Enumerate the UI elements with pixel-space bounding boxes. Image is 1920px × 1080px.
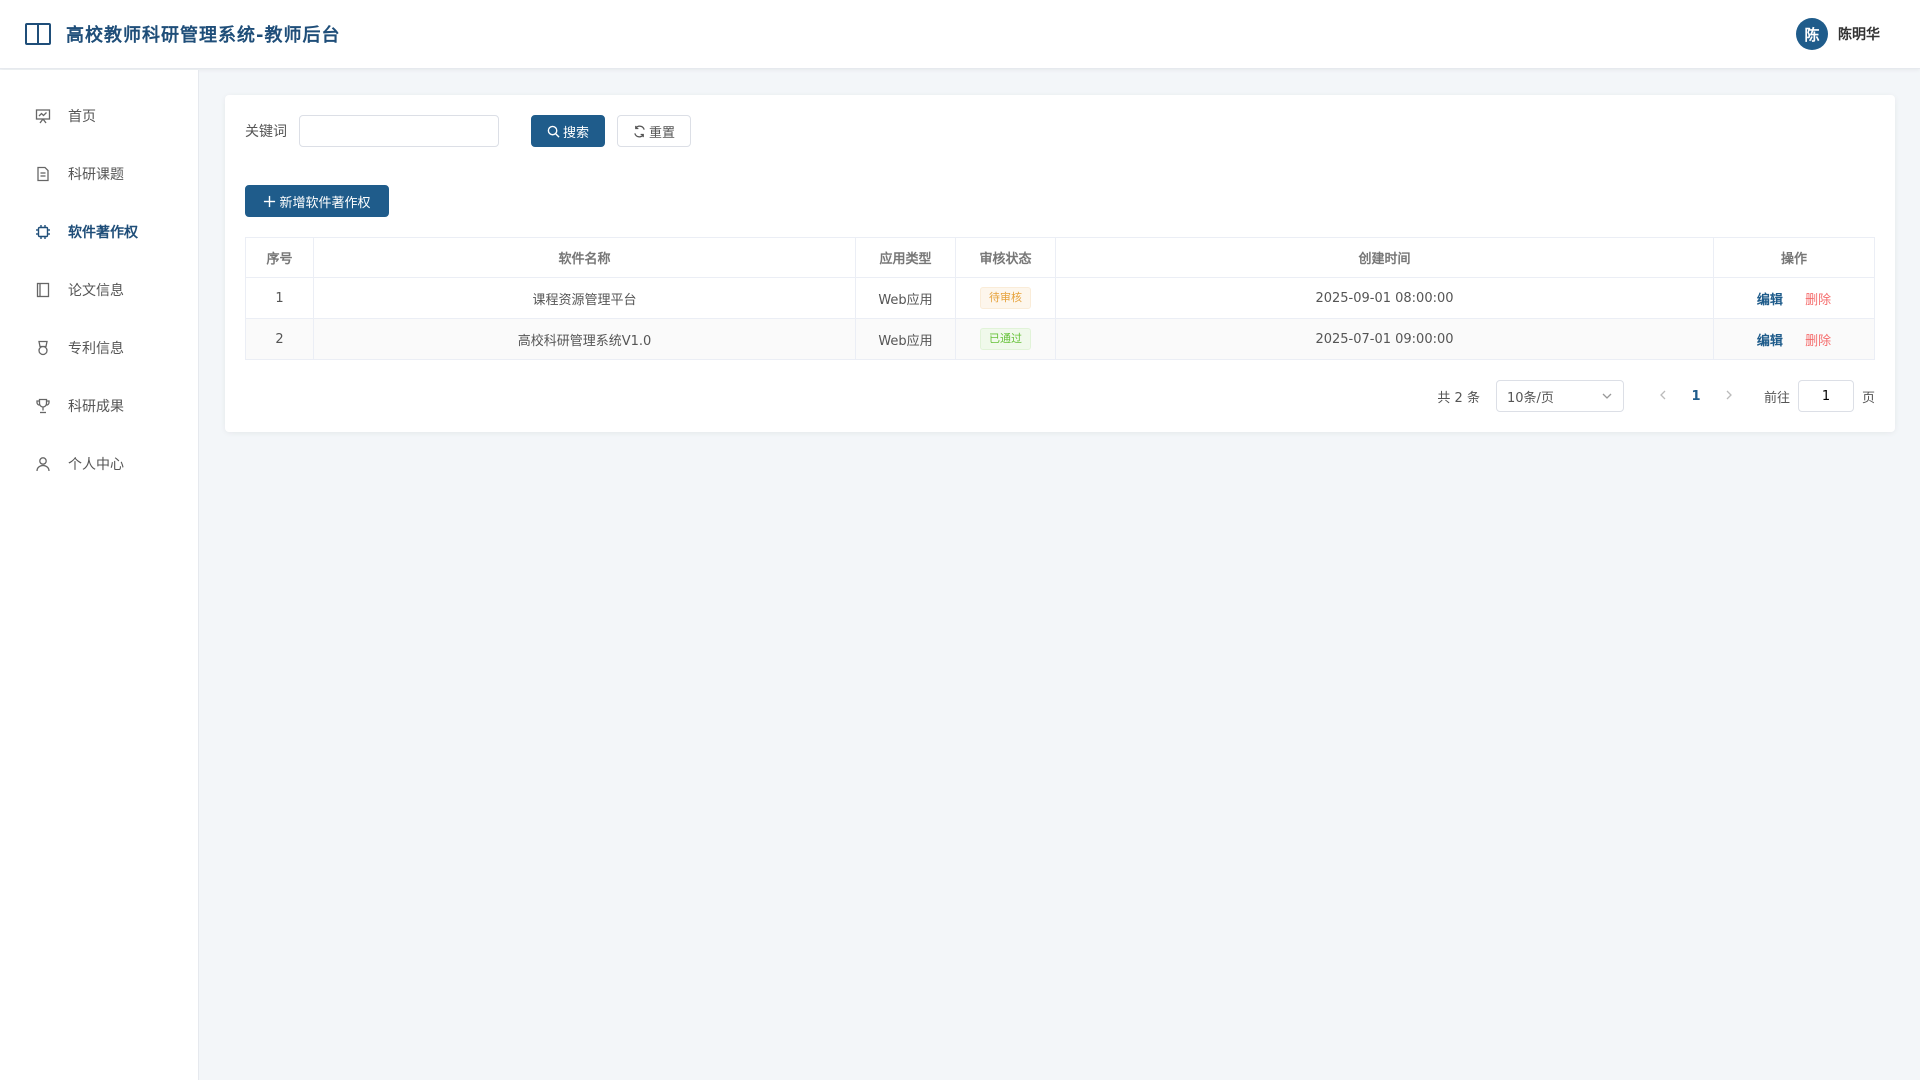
top-header: 高校教师科研管理系统-教师后台 陈 陈明华 <box>0 0 1920 69</box>
content-card: 关键词 搜索 重置 新增软件著作权 序号 软件名称 应用类型 审核状态 创建时间… <box>225 95 1895 432</box>
cell-name: 课程资源管理平台 <box>313 277 856 319</box>
table-header-row: 序号 软件名称 应用类型 审核状态 创建时间 操作 <box>245 237 1875 278</box>
column-header-actions: 操作 <box>1713 237 1875 278</box>
user-menu[interactable]: 陈 陈明华 <box>1796 18 1880 50</box>
avatar[interactable]: 陈 <box>1796 18 1828 50</box>
table-row: 1 课程资源管理平台 Web应用 待审核 2025-09-01 08:00:00… <box>245 277 1875 319</box>
page-unit-label: 页 <box>1861 390 1875 406</box>
page-number-current[interactable]: 1 <box>1678 389 1714 404</box>
sidebar-item-label: 个人中心 <box>68 457 124 473</box>
search-button-label: 搜索 <box>562 125 589 141</box>
reset-button[interactable]: 重置 <box>617 115 691 147</box>
add-software-copyright-button[interactable]: 新增软件著作权 <box>245 185 389 217</box>
page-size-select[interactable]: 10条/页 <box>1495 380 1624 412</box>
pagination-total: 共 2 条 <box>1437 390 1480 406</box>
sidebar-item-home[interactable]: 首页 <box>0 87 198 145</box>
search-icon <box>547 125 560 138</box>
chevron-left-icon <box>1660 390 1666 399</box>
sidebar-item-label: 软件著作权 <box>68 225 138 241</box>
sidebar-item-profile[interactable]: 个人中心 <box>0 435 198 493</box>
goto-page-input[interactable] <box>1797 380 1854 412</box>
cell-created: 2025-07-01 09:00:00 <box>1055 318 1714 360</box>
presentation-icon <box>34 107 52 125</box>
cell-index: 1 <box>245 277 314 319</box>
status-badge: 待审核 <box>980 287 1031 309</box>
book-icon <box>25 23 51 45</box>
software-copyright-table: 序号 软件名称 应用类型 审核状态 创建时间 操作 1 课程资源管理平台 Web… <box>245 237 1875 360</box>
cell-actions: 编辑 删除 <box>1713 318 1875 360</box>
cell-status: 已通过 <box>955 318 1056 360</box>
edit-link[interactable]: 编辑 <box>1757 293 1783 308</box>
column-header-created: 创建时间 <box>1055 237 1714 278</box>
sidebar-item-research-projects[interactable]: 科研课题 <box>0 145 198 203</box>
keyword-input[interactable] <box>299 115 499 147</box>
notebook-icon <box>34 281 52 299</box>
prev-page-button[interactable] <box>1648 389 1678 404</box>
keyword-label: 关键词 <box>245 124 287 140</box>
column-header-name: 软件名称 <box>313 237 856 278</box>
cell-created: 2025-09-01 08:00:00 <box>1055 277 1714 319</box>
refresh-icon <box>634 125 645 137</box>
sidebar-item-patents[interactable]: 专利信息 <box>0 319 198 377</box>
search-form: 关键词 搜索 重置 <box>245 115 691 147</box>
table-row: 2 高校科研管理系统V1.0 Web应用 已通过 2025-07-01 09:0… <box>245 318 1875 360</box>
sidebar: 首页 科研课题 软件著作权 论文信息 专利信息 科研成果 个人中心 <box>0 70 199 1080</box>
column-header-status: 审核状态 <box>955 237 1056 278</box>
user-name[interactable]: 陈明华 <box>1838 24 1880 44</box>
sidebar-item-label: 科研成果 <box>68 399 124 415</box>
delete-link[interactable]: 删除 <box>1805 334 1831 349</box>
sidebar-item-label: 科研课题 <box>68 167 124 183</box>
status-badge: 已通过 <box>980 328 1031 350</box>
sidebar-item-label: 专利信息 <box>68 341 124 357</box>
pagination: 共 2 条 10条/页 1 前往 页 <box>1437 380 1875 412</box>
app-title: 高校教师科研管理系统-教师后台 <box>66 25 341 46</box>
brand: 高校教师科研管理系统-教师后台 <box>24 20 340 48</box>
sidebar-item-papers[interactable]: 论文信息 <box>0 261 198 319</box>
add-button-label: 新增软件著作权 <box>279 195 371 211</box>
delete-link[interactable]: 删除 <box>1805 293 1831 308</box>
chevron-right-icon <box>1726 390 1732 399</box>
next-page-button[interactable] <box>1714 389 1744 404</box>
cell-actions: 编辑 删除 <box>1713 277 1875 319</box>
cell-index: 2 <box>245 318 314 360</box>
page-size-value: 10条/页 <box>1506 390 1554 406</box>
chevron-down-icon <box>1602 393 1612 399</box>
plus-icon <box>264 195 276 207</box>
search-button[interactable]: 搜索 <box>531 115 605 147</box>
medal-icon <box>34 339 52 357</box>
sidebar-item-achievements[interactable]: 科研成果 <box>0 377 198 435</box>
reset-button-label: 重置 <box>648 125 675 141</box>
chip-icon <box>34 223 52 241</box>
sidebar-item-label: 论文信息 <box>68 283 124 299</box>
sidebar-item-software-copyright[interactable]: 软件著作权 <box>0 203 198 261</box>
cell-name: 高校科研管理系统V1.0 <box>313 318 856 360</box>
document-icon <box>34 165 52 183</box>
edit-link[interactable]: 编辑 <box>1757 334 1783 349</box>
cell-status: 待审核 <box>955 277 1056 319</box>
cell-type: Web应用 <box>855 277 956 319</box>
column-header-type: 应用类型 <box>855 237 956 278</box>
sidebar-item-label: 首页 <box>68 109 96 125</box>
column-header-index: 序号 <box>245 237 314 278</box>
goto-label: 前往 <box>1763 390 1790 406</box>
cell-type: Web应用 <box>855 318 956 360</box>
user-icon <box>34 455 52 473</box>
trophy-icon <box>34 397 52 415</box>
